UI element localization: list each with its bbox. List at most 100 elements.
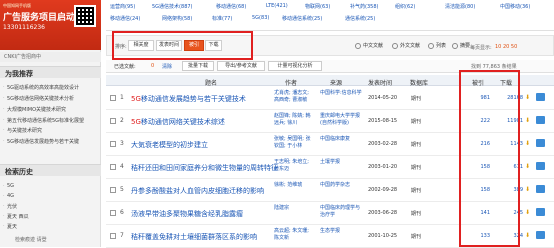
- row-title[interactable]: 汤液早带油多聚物果糖含经乳脂露瘤: [131, 209, 243, 219]
- tag-link[interactable]: 5G通信技术(887): [152, 3, 193, 10]
- tag-link[interactable]: 清洁能源(80): [445, 3, 475, 10]
- ad-title: 广告服务项目启动: [3, 13, 76, 23]
- row-source[interactable]: 中国药学杂志: [320, 182, 364, 189]
- row-checkbox[interactable]: [110, 141, 116, 147]
- title-text: 丹参多酚酸盐对人血管内皮细胞迁移的影响: [131, 187, 264, 195]
- read-online-icon[interactable]: [536, 231, 545, 239]
- tag-link[interactable]: 移动通信(68): [216, 3, 246, 10]
- row-title[interactable]: 5G移动通信发展趋势与若干关键技术: [131, 94, 246, 104]
- recommend-item[interactable]: 5G移动通信网络关键技术分析: [3, 95, 74, 102]
- tag-link[interactable]: 移动通信(24): [110, 15, 140, 22]
- row-title[interactable]: 大気衰老模型的初步建立: [131, 140, 208, 150]
- history-item[interactable]: 夏天 西瓜: [3, 213, 29, 220]
- ad-subtitle: 中国知网手机版: [3, 3, 31, 8]
- header-source[interactable]: 来源: [330, 78, 342, 87]
- row-database: 期刊: [411, 234, 422, 240]
- row-checkbox[interactable]: [110, 95, 116, 101]
- page-size-options[interactable]: 10 20 50: [495, 44, 517, 50]
- tag-link[interactable]: 标准(77): [212, 15, 232, 22]
- row-authors[interactable]: 王志明; 朱培立; 黄东迈: [274, 159, 312, 173]
- selected-count: 0: [151, 63, 155, 69]
- tag-link[interactable]: 组织(62): [395, 3, 415, 10]
- row-authors[interactable]: 尤肖虎; 潘志文; 高西奇; 曹淑敏: [274, 90, 312, 104]
- row-database: 期刊: [411, 165, 422, 171]
- view-abstract[interactable]: 摘要: [452, 42, 470, 49]
- read-online-icon[interactable]: [536, 139, 545, 147]
- header-database[interactable]: 数据库: [410, 78, 428, 87]
- row-source[interactable]: 生态学报: [320, 228, 364, 235]
- row-database: 期刊: [411, 211, 422, 217]
- row-authors[interactable]: 陆建宗: [274, 205, 312, 212]
- tag-link[interactable]: 运营商(95): [110, 3, 135, 10]
- row-source[interactable]: 中国临床康复: [320, 136, 364, 143]
- tag-link[interactable]: 中国移动(36): [500, 3, 530, 10]
- download-icon[interactable]: ⬇: [525, 94, 530, 101]
- history-item[interactable]: 夏天: [3, 223, 17, 230]
- recommend-item[interactable]: 与关键技术研究: [3, 127, 42, 134]
- header-author[interactable]: 作者: [285, 78, 297, 87]
- tag-link[interactable]: 移动通信系统(25): [282, 15, 322, 22]
- tag-link[interactable]: LTE(421): [266, 3, 288, 9]
- download-icon[interactable]: ⬇: [525, 209, 530, 216]
- row-source[interactable]: 重庆邮电大学学报(自然科学版): [320, 113, 364, 127]
- read-online-icon[interactable]: [536, 162, 545, 170]
- recommend-item[interactable]: 5G移动通信发展趋势与若干关键: [3, 138, 79, 145]
- row-number: 1: [120, 94, 124, 101]
- tag-link[interactable]: 5G(83): [252, 15, 269, 21]
- read-online-icon[interactable]: [536, 185, 545, 193]
- read-online-icon[interactable]: [536, 116, 545, 124]
- row-source[interactable]: 中国临床药理学与治疗学: [320, 205, 364, 219]
- download-icon[interactable]: ⬇: [525, 163, 530, 170]
- recommend-item[interactable]: 第五代移动通信系统5G标准化展望: [3, 117, 84, 124]
- row-authors[interactable]: 高云超; 朱文珊; 陈文新: [274, 228, 312, 242]
- history-item[interactable]: 5G: [3, 183, 14, 189]
- selected-label: 已选文献:: [114, 64, 136, 70]
- download-icon[interactable]: ⬇: [525, 232, 530, 239]
- row-checkbox[interactable]: [110, 118, 116, 124]
- metrics-highlight-box: [459, 70, 520, 247]
- row-checkbox[interactable]: [110, 233, 116, 239]
- view-list[interactable]: 列表: [428, 42, 446, 49]
- read-online-icon[interactable]: [536, 93, 545, 101]
- history-footer[interactable]: 检索痕迹 请登: [15, 236, 47, 243]
- tag-link[interactable]: 通信系统(25): [345, 15, 375, 22]
- row-checkbox[interactable]: [110, 187, 116, 193]
- row-title[interactable]: 丹参多酚酸盐对人血管内皮细胞迁移的影响: [131, 186, 264, 196]
- row-checkbox[interactable]: [110, 164, 116, 170]
- row-date: 2015-08-15: [368, 118, 398, 124]
- download-icon[interactable]: ⬇: [525, 140, 530, 147]
- recommend-item[interactable]: 5G驱动系统的高效率高能效设计: [3, 84, 79, 91]
- row-title[interactable]: 秸秆覆盖免耕对土壤细菌群落区系的影响: [131, 232, 257, 242]
- download-icon[interactable]: ⬇: [525, 117, 530, 124]
- history-item[interactable]: 4G: [3, 193, 14, 199]
- row-authors[interactable]: 徐彬; 范维琥: [274, 182, 312, 189]
- row-title[interactable]: 秸秆还田和田间家庭养分和微生物量的周转特征: [131, 163, 278, 173]
- row-checkbox[interactable]: [110, 210, 116, 216]
- download-icon[interactable]: ⬇: [525, 186, 530, 193]
- history-item[interactable]: 光伏: [3, 203, 17, 210]
- row-title[interactable]: 5G移动通信网络关键技术综述: [131, 117, 225, 127]
- view-abstract-label: 摘要: [460, 43, 471, 49]
- ad-footer: CNKI广告招商中: [0, 52, 101, 62]
- row-source[interactable]: 土壤学报: [320, 159, 364, 166]
- header-date[interactable]: 发表时间: [368, 78, 392, 87]
- row-source[interactable]: 中国科学:信息科学: [320, 90, 364, 97]
- row-authors[interactable]: 张敏; 吴国明; 张钦国; 于小林: [274, 136, 312, 150]
- recommend-item[interactable]: 大规模MIMO关键技术研究: [3, 106, 66, 113]
- row-authors[interactable]: 赵国锋; 陈婧; 韩远兵; 徐川: [274, 113, 312, 127]
- title-text: 秸秆覆盖免耕对土壤细菌群落区系的影响: [131, 233, 257, 241]
- clear-link[interactable]: 清除: [162, 63, 172, 70]
- globe-icon: [392, 42, 398, 49]
- header-title[interactable]: 题名: [205, 78, 217, 87]
- title-text: 移动通信发展趋势与若干关键技术: [140, 95, 246, 103]
- read-online-icon[interactable]: [536, 208, 545, 216]
- tab-foreign[interactable]: 外文文献: [392, 42, 420, 49]
- visual-analysis-button[interactable]: 计量可视化分析: [268, 61, 322, 71]
- tag-link[interactable]: 网络架构(58): [162, 15, 192, 22]
- tab-chinese[interactable]: 中文文献: [355, 42, 383, 49]
- batch-download-button[interactable]: 批量下载: [182, 61, 214, 71]
- tag-link[interactable]: 物联网(63): [305, 3, 330, 10]
- qr-code-icon: [74, 5, 96, 27]
- export-button[interactable]: 导出/参考文献: [217, 61, 265, 71]
- tag-link[interactable]: 补气药(358): [350, 3, 378, 10]
